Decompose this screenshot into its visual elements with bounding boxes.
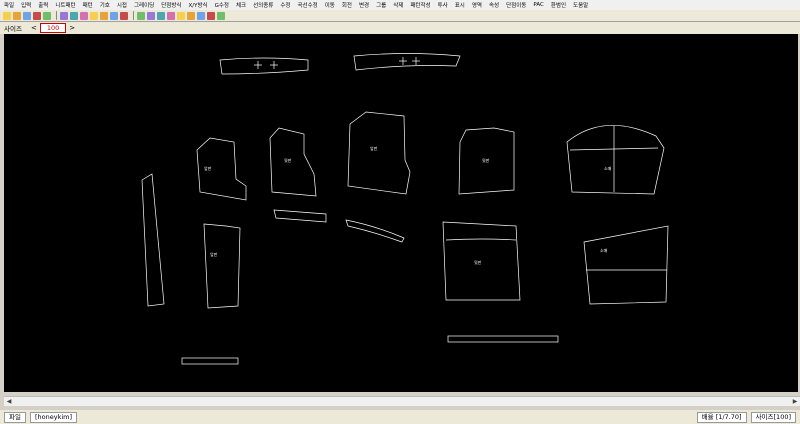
horizontal-scrollbar[interactable]: ◀ ▶ xyxy=(4,396,800,406)
size-value-field[interactable]: 100 xyxy=(39,23,67,33)
menu-item-16[interactable]: 회전 xyxy=(342,1,352,9)
menu-item-3[interactable]: 니트패턴 xyxy=(55,1,75,9)
menu-item-24[interactable]: 속성 xyxy=(489,1,499,9)
menu-item-11[interactable]: 체크 xyxy=(236,1,246,9)
piece-label-2: 뒷판 xyxy=(284,157,292,163)
menu-item-22[interactable]: 표시 xyxy=(455,1,465,9)
line-icon[interactable] xyxy=(80,11,88,20)
size-prev-button[interactable]: < xyxy=(31,24,37,32)
toolbar-separator xyxy=(56,11,57,20)
piece-label-7: 뒷판 xyxy=(474,259,482,265)
size-bar: 사이즈 < 100 > xyxy=(0,22,800,34)
select-icon[interactable] xyxy=(70,11,78,20)
menu-item-6[interactable]: 시접 xyxy=(117,1,127,9)
menu-item-2[interactable]: 출력 xyxy=(38,1,48,9)
view-icon[interactable] xyxy=(217,11,225,20)
layers-icon[interactable] xyxy=(207,11,215,20)
menu-item-1[interactable]: 입력 xyxy=(21,1,31,9)
band-piece-2 xyxy=(345,219,405,243)
strip-piece-2 xyxy=(181,357,239,365)
pattern-drawing: 앞판 뒷판 앞판 뒷판 소매 앞판 뒷판 소매 xyxy=(141,53,669,365)
mirror-icon[interactable] xyxy=(167,11,175,20)
menu-item-18[interactable]: 그룹 xyxy=(376,1,386,9)
menu-item-12[interactable]: 선의종류 xyxy=(253,1,273,9)
rotate-icon[interactable] xyxy=(157,11,165,20)
band-piece-1 xyxy=(273,209,327,223)
pointer-icon[interactable] xyxy=(60,11,68,20)
cut-icon[interactable] xyxy=(147,11,155,20)
status-user: [honeykim] xyxy=(29,411,78,423)
pattern-piece-sleeve-2 xyxy=(583,225,669,305)
pattern-piece-back-2 xyxy=(442,221,521,301)
scroll-right-icon[interactable]: ▶ xyxy=(790,397,800,406)
menu-item-27[interactable]: 환범인 xyxy=(551,1,566,9)
pattern-canvas[interactable]: 앞판 뒷판 앞판 뒷판 소매 앞판 뒷판 소매 xyxy=(4,34,798,392)
print-icon[interactable] xyxy=(33,11,41,20)
menu-item-4[interactable]: 패턴 xyxy=(83,1,93,9)
menu-item-19[interactable]: 삭제 xyxy=(393,1,403,9)
collar-piece-1 xyxy=(219,57,309,75)
menu-item-10[interactable]: G수정 xyxy=(215,1,229,9)
status-size: 사이즈[100] xyxy=(750,411,796,423)
piece-label-5: 소매 xyxy=(604,165,612,171)
pattern-piece-sleeve-1 xyxy=(566,125,665,195)
curve-icon[interactable] xyxy=(90,11,98,20)
menu-item-15[interactable]: 이동 xyxy=(325,1,335,9)
scroll-left-icon[interactable]: ◀ xyxy=(4,397,14,406)
menu-item-0[interactable]: 파일 xyxy=(4,1,14,9)
piece-label-3: 앞판 xyxy=(370,145,378,151)
copy-icon[interactable] xyxy=(187,11,195,20)
menu-item-5[interactable]: 기호 xyxy=(100,1,110,9)
pattern-piece-front-4 xyxy=(203,223,241,309)
menu-item-8[interactable]: 단점방식 xyxy=(161,1,181,9)
strip-piece-1 xyxy=(447,335,559,343)
menu-bar: 파일 입력 출력 니트패턴 패턴 기호 시접 그레이딩 단점방식 X/Y방식 G수정 체크 선의종류 수정… xyxy=(0,0,800,10)
new-icon[interactable] xyxy=(3,11,11,20)
status-zoom: 배율 [1/7.70] xyxy=(696,411,747,423)
toolbar xyxy=(0,10,800,22)
measure-icon[interactable] xyxy=(120,11,128,20)
menu-item-14[interactable]: 곡선수정 xyxy=(298,1,318,9)
piece-label-1: 앞판 xyxy=(204,165,212,171)
menu-item-17[interactable]: 변경 xyxy=(359,1,369,9)
status-file-label: 파일 xyxy=(4,411,26,423)
pattern-piece-side-strip xyxy=(141,173,165,307)
menu-item-23[interactable]: 영역 xyxy=(472,1,482,9)
menu-item-13[interactable]: 수정 xyxy=(280,1,290,9)
fill-icon[interactable] xyxy=(197,11,205,20)
menu-item-25[interactable]: 단점이동 xyxy=(506,1,526,9)
menu-item-28[interactable]: 도움말 xyxy=(573,1,588,9)
menu-item-9[interactable]: X/Y방식 xyxy=(189,1,208,9)
piece-label-6: 앞판 xyxy=(210,251,218,257)
undo-icon[interactable] xyxy=(43,11,51,20)
menu-item-26[interactable]: PAC xyxy=(533,2,543,8)
menu-item-7[interactable]: 그레이딩 xyxy=(134,1,154,9)
menu-item-20[interactable]: 패턴작성 xyxy=(410,1,430,9)
piece-label-8: 소매 xyxy=(600,247,608,253)
toolbar-separator xyxy=(133,11,134,20)
move-icon[interactable] xyxy=(177,11,185,20)
grade-icon[interactable] xyxy=(137,11,145,20)
size-next-button[interactable]: > xyxy=(69,24,75,32)
size-label: 사이즈 xyxy=(4,25,22,33)
collar-piece-2 xyxy=(353,53,461,71)
arc-icon[interactable] xyxy=(100,11,108,20)
menu-item-21[interactable]: 투사 xyxy=(438,1,448,9)
text-icon[interactable] xyxy=(110,11,118,20)
open-icon[interactable] xyxy=(13,11,21,20)
pattern-piece-back-1 xyxy=(347,111,411,195)
pattern-piece-front-2 xyxy=(269,127,317,197)
status-bar: 파일 [honeykim] 배율 [1/7.70] 사이즈[100] xyxy=(0,410,800,424)
save-icon[interactable] xyxy=(23,11,31,20)
piece-label-4: 뒷판 xyxy=(482,157,490,163)
